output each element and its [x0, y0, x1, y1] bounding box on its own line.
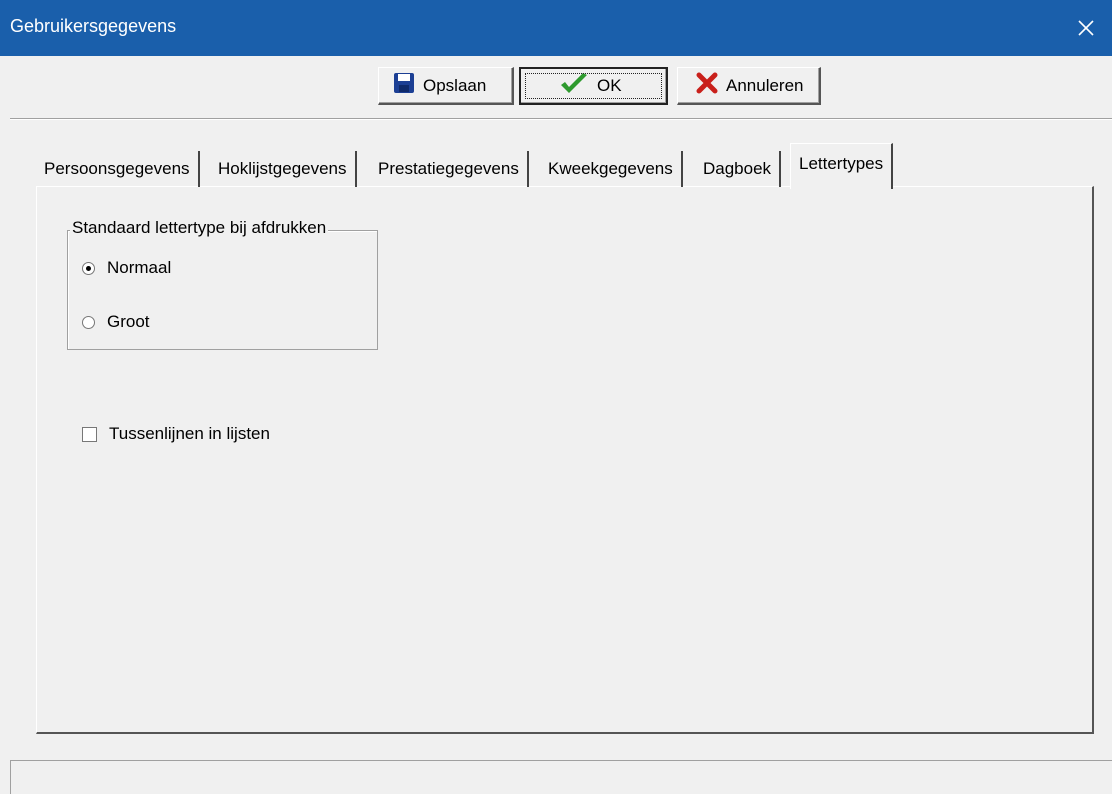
- radio-groot-label: Groot: [107, 312, 150, 331]
- ok-button-label: OK: [597, 76, 622, 95]
- cancel-button-label: Annuleren: [726, 75, 804, 95]
- save-button-label: Opslaan: [423, 75, 487, 95]
- close-icon: [1078, 20, 1094, 36]
- close-button[interactable]: [1060, 0, 1112, 56]
- status-bar: [10, 760, 1112, 794]
- title-bar: Gebruikersgegevens: [0, 0, 1112, 56]
- tab-persoonsgegevens[interactable]: Persoonsgegevens: [36, 151, 200, 187]
- tab-lettertypes[interactable]: Lettertypes: [790, 143, 894, 189]
- save-button[interactable]: Opslaan: [378, 67, 514, 105]
- focus-rectangle: [525, 73, 662, 99]
- font-groupbox-legend: Standaard lettertype bij afdrukken: [70, 218, 329, 238]
- tab-hoklijstgegevens[interactable]: Hoklijstgegevens: [210, 151, 357, 187]
- gridlines-checkbox-row[interactable]: Tussenlijnen in lijsten: [82, 424, 270, 444]
- gridlines-checkbox-label: Tussenlijnen in lijsten: [109, 424, 270, 443]
- gridlines-checkbox[interactable]: [82, 426, 97, 442]
- radio-button[interactable]: [82, 315, 95, 329]
- cancel-button[interactable]: Annuleren: [677, 67, 821, 105]
- toolbar-separator: [10, 118, 1112, 120]
- radio-normaal-label: Normaal: [107, 258, 172, 277]
- window-title: Gebruikersgegevens: [10, 16, 177, 36]
- radio-groot[interactable]: Groot: [82, 312, 150, 332]
- red-x-icon: [696, 72, 718, 99]
- radio-button[interactable]: [82, 261, 95, 275]
- tab-kweekgegevens[interactable]: Kweekgegevens: [540, 151, 683, 187]
- tab-prestatiegegevens[interactable]: Prestatiegegevens: [370, 151, 529, 187]
- green-check-icon: [559, 72, 589, 101]
- tab-dagboek[interactable]: Dagboek: [695, 151, 782, 187]
- floppy-disk-icon: [393, 72, 415, 99]
- font-groupbox: [67, 230, 378, 350]
- dialog-window: Gebruikersgegevens Opslaan OK Annuleren …: [0, 0, 1112, 794]
- ok-button[interactable]: OK: [519, 67, 668, 105]
- radio-normaal[interactable]: Normaal: [82, 258, 171, 278]
